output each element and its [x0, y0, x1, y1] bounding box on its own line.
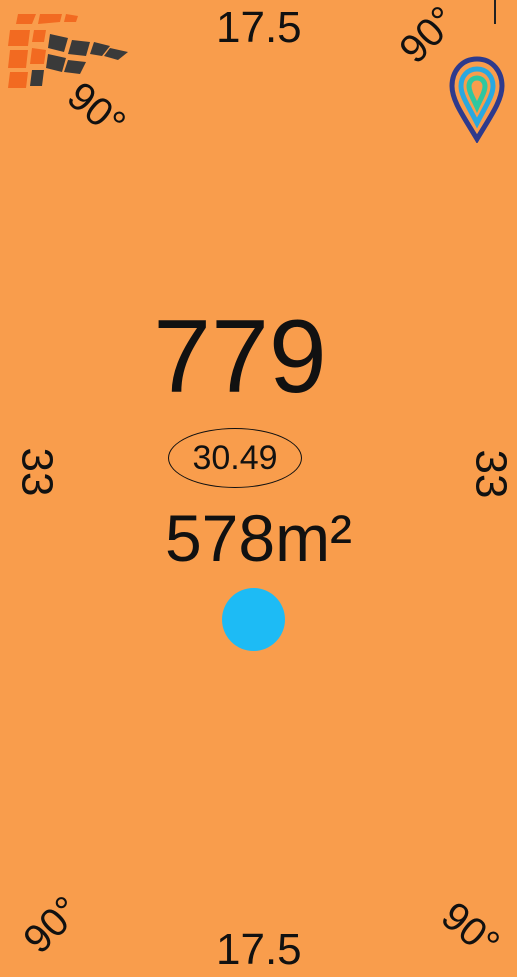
lot-area: 578m² [164, 501, 353, 575]
lot-number: 779 [153, 299, 327, 415]
lot-plan: 17.5 17.5 33 33 90° 90° 90° 90° 779 30.4… [0, 0, 517, 977]
building-blocks-logo-icon [8, 14, 128, 88]
boundary-line [494, 0, 496, 24]
side-right-dimension: 33 [466, 449, 516, 499]
frontage-bottom-dimension: 17.5 [216, 925, 302, 974]
oval-label-text: 30.49 [192, 439, 278, 477]
oval-label: 30.49 [168, 428, 302, 488]
side-left-dimension: 33 [12, 447, 62, 497]
frontage-top-dimension: 17.5 [216, 3, 302, 52]
map-pin-logo-icon [449, 56, 505, 143]
angle-bottom-left: 90° [15, 888, 90, 962]
angle-bottom-right: 90° [432, 893, 508, 967]
location-marker-dot[interactable] [222, 588, 285, 651]
